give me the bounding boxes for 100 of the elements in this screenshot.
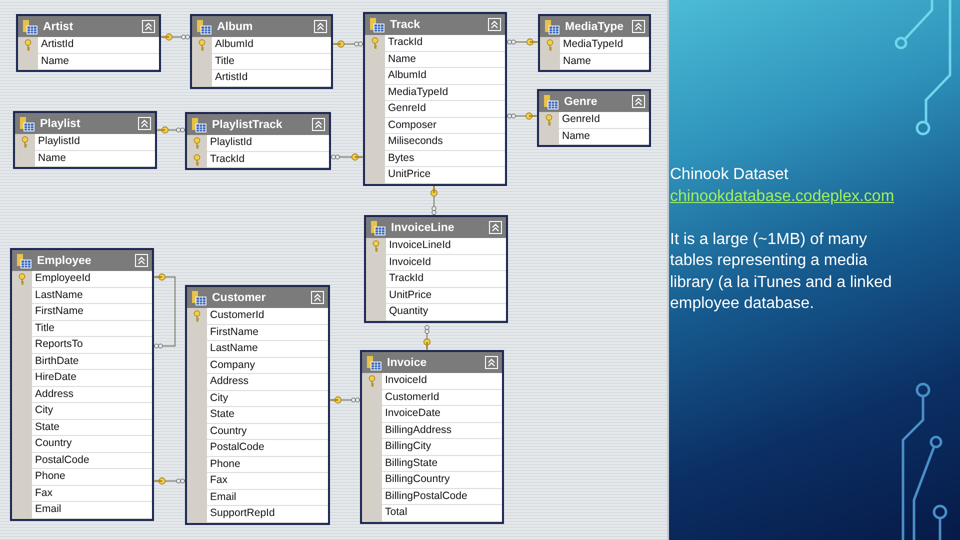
table-icon — [191, 290, 207, 306]
table-icon — [370, 220, 386, 236]
column-name: Fax — [207, 473, 328, 490]
relationship-line — [157, 126, 185, 134]
column-name: BillingState — [382, 456, 502, 472]
column-name: Composer — [385, 118, 505, 134]
table-title: InvoiceLine — [391, 222, 456, 234]
column-name: PlaylistId — [35, 134, 155, 150]
column-name: Address — [207, 374, 328, 390]
table-icon — [369, 16, 385, 32]
column-name: MediaTypeId — [385, 84, 505, 101]
table-icon — [366, 354, 382, 370]
column-name: Phone — [32, 469, 152, 486]
chevrons-up-icon — [487, 358, 496, 367]
relationship-line — [161, 33, 190, 41]
table-title: Genre — [564, 96, 598, 108]
table-icon — [196, 18, 212, 34]
collapse-button[interactable] — [311, 291, 324, 304]
column-name: Title — [32, 320, 152, 337]
column-name: Name — [560, 54, 649, 70]
collapse-button[interactable] — [314, 20, 327, 33]
collapse-button[interactable] — [142, 20, 155, 33]
collapse-button[interactable] — [632, 95, 645, 108]
column-name: State — [207, 407, 328, 424]
table-title: Album — [217, 20, 254, 32]
relationship-line — [331, 153, 363, 161]
table-title: Employee — [37, 254, 92, 266]
collapse-button[interactable] — [312, 118, 325, 131]
chevrons-up-icon — [137, 256, 146, 265]
column-name: BillingAddress — [382, 422, 502, 439]
column-name: LastName — [32, 288, 152, 304]
column-name: GenreId — [385, 101, 505, 118]
column-name: Country — [32, 436, 152, 452]
dataset-title: Chinook Dataset — [670, 165, 790, 185]
column-name: ArtistId — [38, 37, 159, 54]
column-name: BillingPostalCode — [382, 488, 502, 505]
column-name: EmployeeId — [32, 271, 152, 288]
column-name: ArtistId — [212, 70, 331, 86]
column-name: SupportRepId — [207, 506, 328, 522]
table-icon — [22, 18, 38, 34]
column-name: HireDate — [32, 370, 152, 386]
table-icon — [16, 252, 32, 268]
column-name: Bytes — [385, 150, 505, 167]
column-name: CustomerId — [207, 308, 328, 324]
column-name: State — [32, 420, 152, 436]
column-name: Name — [35, 150, 155, 167]
table-title: Track — [390, 18, 422, 30]
table-title: Customer — [212, 292, 267, 304]
relationship-line — [333, 40, 363, 48]
column-name: InvoiceId — [386, 254, 506, 271]
column-name: Company — [207, 358, 328, 374]
column-name: TrackId — [207, 152, 329, 168]
column-name: BirthDate — [32, 354, 152, 370]
column-name: Miliseconds — [385, 134, 505, 150]
table-icon — [543, 94, 559, 110]
column-name: PostalCode — [207, 440, 328, 456]
chevrons-up-icon — [313, 293, 322, 302]
column-name: City — [207, 390, 328, 407]
relationship-line — [507, 38, 538, 46]
column-name: Title — [212, 54, 331, 70]
column-name: TrackId — [385, 35, 505, 52]
table-title: PlaylistTrack — [212, 118, 284, 130]
chevrons-up-icon — [634, 97, 643, 106]
collapse-button[interactable] — [489, 221, 502, 234]
column-name: GenreId — [559, 112, 649, 128]
chevrons-up-icon — [634, 22, 643, 31]
collapse-button[interactable] — [138, 117, 151, 130]
column-name: Phone — [207, 456, 328, 473]
column-name: Quantity — [386, 304, 506, 320]
column-name: UnitPrice — [385, 167, 505, 184]
column-name: AlbumId — [385, 68, 505, 84]
column-name: Email — [207, 490, 328, 506]
column-name: BillingCountry — [382, 472, 502, 488]
column-name: InvoiceId — [382, 373, 502, 390]
collapse-button[interactable] — [488, 18, 501, 31]
table-title: Invoice — [387, 356, 428, 368]
relationship-line — [423, 325, 431, 350]
chevrons-up-icon — [140, 119, 149, 128]
column-name: PlaylistId — [207, 135, 329, 152]
relationship-line — [430, 185, 438, 215]
column-name: TrackId — [386, 271, 506, 288]
chevrons-up-icon — [314, 120, 323, 129]
table-icon — [191, 116, 207, 132]
column-name: MediaTypeId — [560, 37, 649, 54]
column-name: Country — [207, 424, 328, 440]
dataset-link[interactable]: chinookdatabase.codeplex.com — [670, 186, 894, 207]
chevrons-up-icon — [490, 20, 499, 29]
column-name: FirstName — [32, 304, 152, 320]
column-name: LastName — [207, 341, 328, 358]
column-name: Address — [32, 386, 152, 403]
chevrons-up-icon — [144, 22, 153, 31]
collapse-button[interactable] — [135, 254, 148, 267]
collapse-button[interactable] — [632, 20, 645, 33]
column-name: Name — [559, 128, 649, 145]
collapse-button[interactable] — [485, 356, 498, 369]
column-name: InvoiceDate — [382, 406, 502, 422]
column-name: City — [32, 403, 152, 420]
column-name: ReportsTo — [32, 337, 152, 354]
column-name: Name — [385, 52, 505, 68]
column-name: FirstName — [207, 324, 328, 341]
